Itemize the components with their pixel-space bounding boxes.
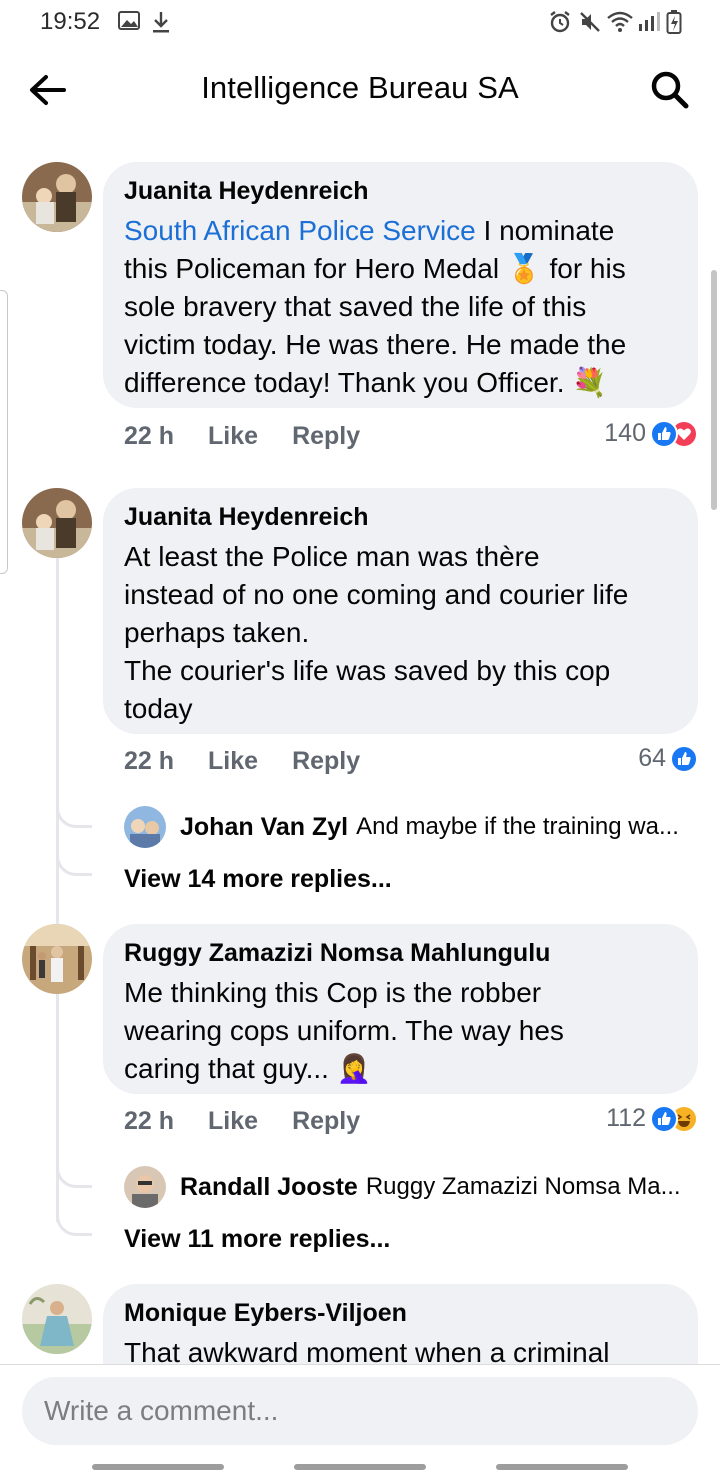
view-more-replies[interactable]: View 11 more replies...	[124, 1225, 390, 1254]
comment-time[interactable]: 22 h	[124, 747, 174, 776]
mention-link[interactable]: South African Police Service	[124, 215, 476, 246]
comments-list[interactable]: Juanita Heydenreich South African Police…	[0, 134, 720, 1364]
system-nav-bar	[0, 1456, 720, 1480]
comment-text: That awkward moment when a criminal	[124, 1334, 678, 1364]
comment-line: I nominate	[483, 215, 615, 246]
comment-line: perhaps taken.	[124, 617, 310, 648]
status-bar: 19:52	[0, 0, 720, 44]
nav-back-button[interactable]	[496, 1464, 628, 1470]
download-icon	[150, 10, 172, 39]
like-button[interactable]: Like	[208, 422, 258, 451]
avatar[interactable]	[22, 162, 92, 232]
comment-line: difference today! Thank you Officer. 💐	[124, 367, 608, 398]
gallery-icon	[118, 10, 140, 37]
reaction-count: 140	[604, 419, 646, 447]
comment-text: At least the Police man was thère instea…	[124, 538, 678, 728]
reactions-summary[interactable]: 140	[604, 419, 698, 448]
reply-button[interactable]: Reply	[292, 422, 360, 451]
like-button[interactable]: Like	[208, 1107, 258, 1136]
like-reaction-icon	[650, 419, 678, 448]
mute-icon	[578, 10, 602, 39]
comment-actions: 22 h Like Reply	[124, 422, 360, 451]
comment-bubble[interactable]: Ruggy Zamazizi Nomsa Mahlungulu Me think…	[103, 924, 698, 1094]
comment-actions: 22 h Like Reply	[124, 1107, 360, 1136]
search-icon	[651, 71, 689, 109]
wifi-icon	[606, 10, 634, 39]
nav-home-button[interactable]	[294, 1464, 426, 1470]
reply-preview[interactable]: Johan Van Zyl And maybe if the training …	[124, 806, 679, 848]
thread-connector	[56, 1154, 92, 1188]
reply-button[interactable]: Reply	[292, 1107, 360, 1136]
reply-text: And maybe if the training wa...	[356, 813, 679, 840]
reaction-count: 64	[638, 744, 666, 772]
comment-line: wearing cops uniform. The way hes	[124, 1015, 564, 1046]
like-reaction-icon	[670, 744, 698, 773]
like-button[interactable]: Like	[208, 747, 258, 776]
comment-line: caring that guy... 🤦‍♀️	[124, 1053, 372, 1084]
alarm-icon	[548, 10, 572, 39]
comment-actions: 22 h Like Reply	[124, 747, 360, 776]
comment-line: The courier's life was saved by this cop	[124, 655, 611, 686]
comment-line: Me thinking this Cop is the robber	[124, 977, 542, 1008]
comment-line: this Policeman for Hero Medal 🏅 for his	[124, 253, 626, 284]
reply-text: Ruggy Zamazizi Nomsa Ma...	[365, 1173, 681, 1200]
comment-author[interactable]: Monique Eybers-Viljoen	[124, 1298, 678, 1328]
comment-author[interactable]: Juanita Heydenreich	[124, 176, 678, 206]
comment-text: Me thinking this Cop is the robber weari…	[124, 974, 678, 1088]
reactions-summary[interactable]: 64	[638, 744, 698, 773]
like-reaction-icon	[650, 1104, 678, 1133]
battery-icon	[666, 10, 682, 39]
avatar[interactable]	[22, 1284, 92, 1354]
comment-author[interactable]: Juanita Heydenreich	[124, 502, 678, 532]
scrollbar[interactable]	[711, 270, 717, 510]
avatar[interactable]	[22, 488, 92, 558]
nav-recents-button[interactable]	[92, 1464, 224, 1470]
write-comment-input[interactable]	[22, 1377, 698, 1445]
thread-line	[56, 992, 59, 1222]
thread-connector	[56, 794, 92, 828]
comment-time[interactable]: 22 h	[124, 422, 174, 451]
thread-connector	[56, 1194, 92, 1236]
avatar[interactable]	[22, 924, 92, 994]
reply-author[interactable]: Johan Van Zyl	[180, 813, 348, 842]
comment-line: instead of no one coming and courier lif…	[124, 579, 629, 610]
comment-bubble[interactable]: Monique Eybers-Viljoen That awkward mome…	[103, 1284, 698, 1364]
page-header: Intelligence Bureau SA	[0, 44, 720, 134]
view-more-replies[interactable]: View 14 more replies...	[124, 865, 392, 894]
avatar[interactable]	[124, 806, 166, 848]
comment-bubble[interactable]: Juanita Heydenreich At least the Police …	[103, 488, 698, 734]
comment-line: victim today. He was there. He made the	[124, 329, 627, 360]
page-title: Intelligence Bureau SA	[201, 70, 519, 105]
status-time: 19:52	[40, 8, 101, 35]
comment-author[interactable]: Ruggy Zamazizi Nomsa Mahlungulu	[124, 938, 678, 968]
reactions-summary[interactable]: 112	[606, 1104, 698, 1133]
reply-author[interactable]: Randall Jooste	[180, 1173, 358, 1202]
comment-text: South African Police Service I nominate …	[124, 212, 678, 402]
reply-button[interactable]: Reply	[292, 747, 360, 776]
comment-time[interactable]: 22 h	[124, 1107, 174, 1136]
comment-line: today	[124, 693, 193, 724]
search-button[interactable]	[648, 68, 692, 112]
comment-line: sole bravery that saved the life of this	[124, 291, 587, 322]
reply-preview[interactable]: Randall Jooste Ruggy Zamazizi Nomsa Ma..…	[124, 1166, 681, 1208]
comment-line: At least the Police man was thère	[124, 541, 540, 572]
comment-line: That awkward moment when a criminal	[124, 1337, 610, 1364]
reaction-count: 112	[606, 1104, 646, 1132]
avatar[interactable]	[124, 1166, 166, 1208]
thread-connector	[56, 834, 92, 876]
signal-icon	[638, 10, 660, 37]
comment-bubble[interactable]: Juanita Heydenreich South African Police…	[103, 162, 698, 408]
